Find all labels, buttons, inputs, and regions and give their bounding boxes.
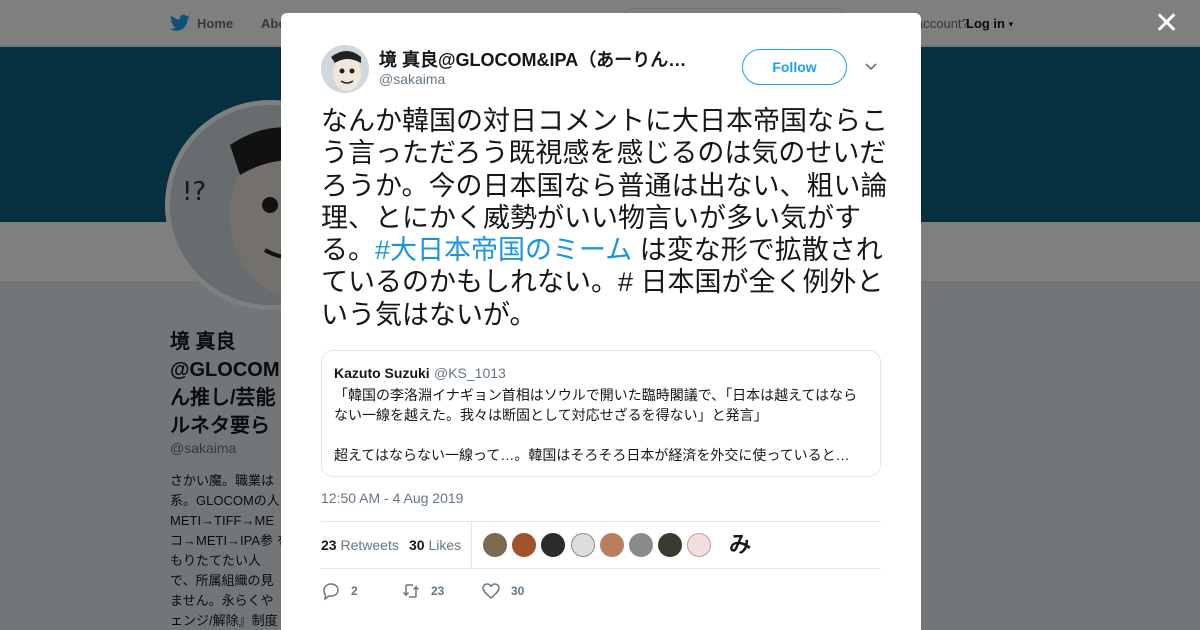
follow-button[interactable]: Follow [742,49,847,85]
chevron-down-icon[interactable] [864,59,878,73]
author-name[interactable]: 境 真良@GLOCOM&IPA（あーりん… [379,46,699,72]
likes-label: Likes [428,537,462,553]
quoted-author-name: Kazuto Suzuki [334,365,430,381]
avatar[interactable]: み [729,533,751,557]
heart-icon [482,583,500,599]
avatar[interactable] [541,533,565,557]
retweet-icon [402,584,420,598]
close-icon[interactable]: ✕ [1154,9,1179,39]
tweet-actions: 2 23 30 [321,579,881,603]
retweet-count: 23 [431,584,445,598]
quoted-tweet[interactable]: Kazuto Suzuki @KS_1013 「韓国の李洛淵イナギョン首相はソウ… [321,350,881,477]
avatar[interactable] [512,533,536,557]
tweet-text: なんか韓国の対日コメントに大日本帝国ならこう言っただろう既視感を感じるのは気のせ… [321,105,891,331]
reply-count: 2 [351,584,358,598]
avatar[interactable] [571,533,595,557]
quoted-text-continued: 超えてはならない一線って…。韓国はそろそろ日本が経済を外交に使っていると… [334,447,850,463]
tweet-stats: 23 Retweets 30 Likes み [321,521,881,569]
avatar[interactable] [483,533,507,557]
avatar[interactable] [629,533,653,557]
avatar[interactable] [600,533,624,557]
reply-button[interactable]: 2 [321,579,358,603]
stats-divider [471,522,472,568]
retweets-count: 23 [321,537,337,553]
retweets-label: Retweets [340,537,399,553]
avatar[interactable] [687,533,711,557]
tweet-modal: 境 真良@GLOCOM&IPA（あーりん… @sakaima Follow なん… [281,13,921,630]
retweets-stat[interactable]: 23 Retweets [321,537,399,553]
avatar[interactable] [658,533,682,557]
likes-count: 30 [409,537,425,553]
likes-stat[interactable]: 30 Likes [409,537,461,553]
like-button[interactable]: 30 [481,579,524,603]
author-avatar[interactable] [321,45,369,93]
quoted-text: 「韓国の李洛淵イナギョン首相はソウルで開いた臨時閣議で、「日本は越えてはならない… [334,387,858,423]
reply-icon [323,583,339,601]
author-handle[interactable]: @sakaima [379,71,445,87]
like-count: 30 [511,584,525,598]
quoted-author-handle: @KS_1013 [434,365,506,381]
tweet-timestamp[interactable]: 12:50 AM - 4 Aug 2019 [321,490,463,506]
hashtag-link[interactable]: #大日本帝国のミーム [375,235,632,265]
retweet-button[interactable]: 23 [401,579,444,603]
